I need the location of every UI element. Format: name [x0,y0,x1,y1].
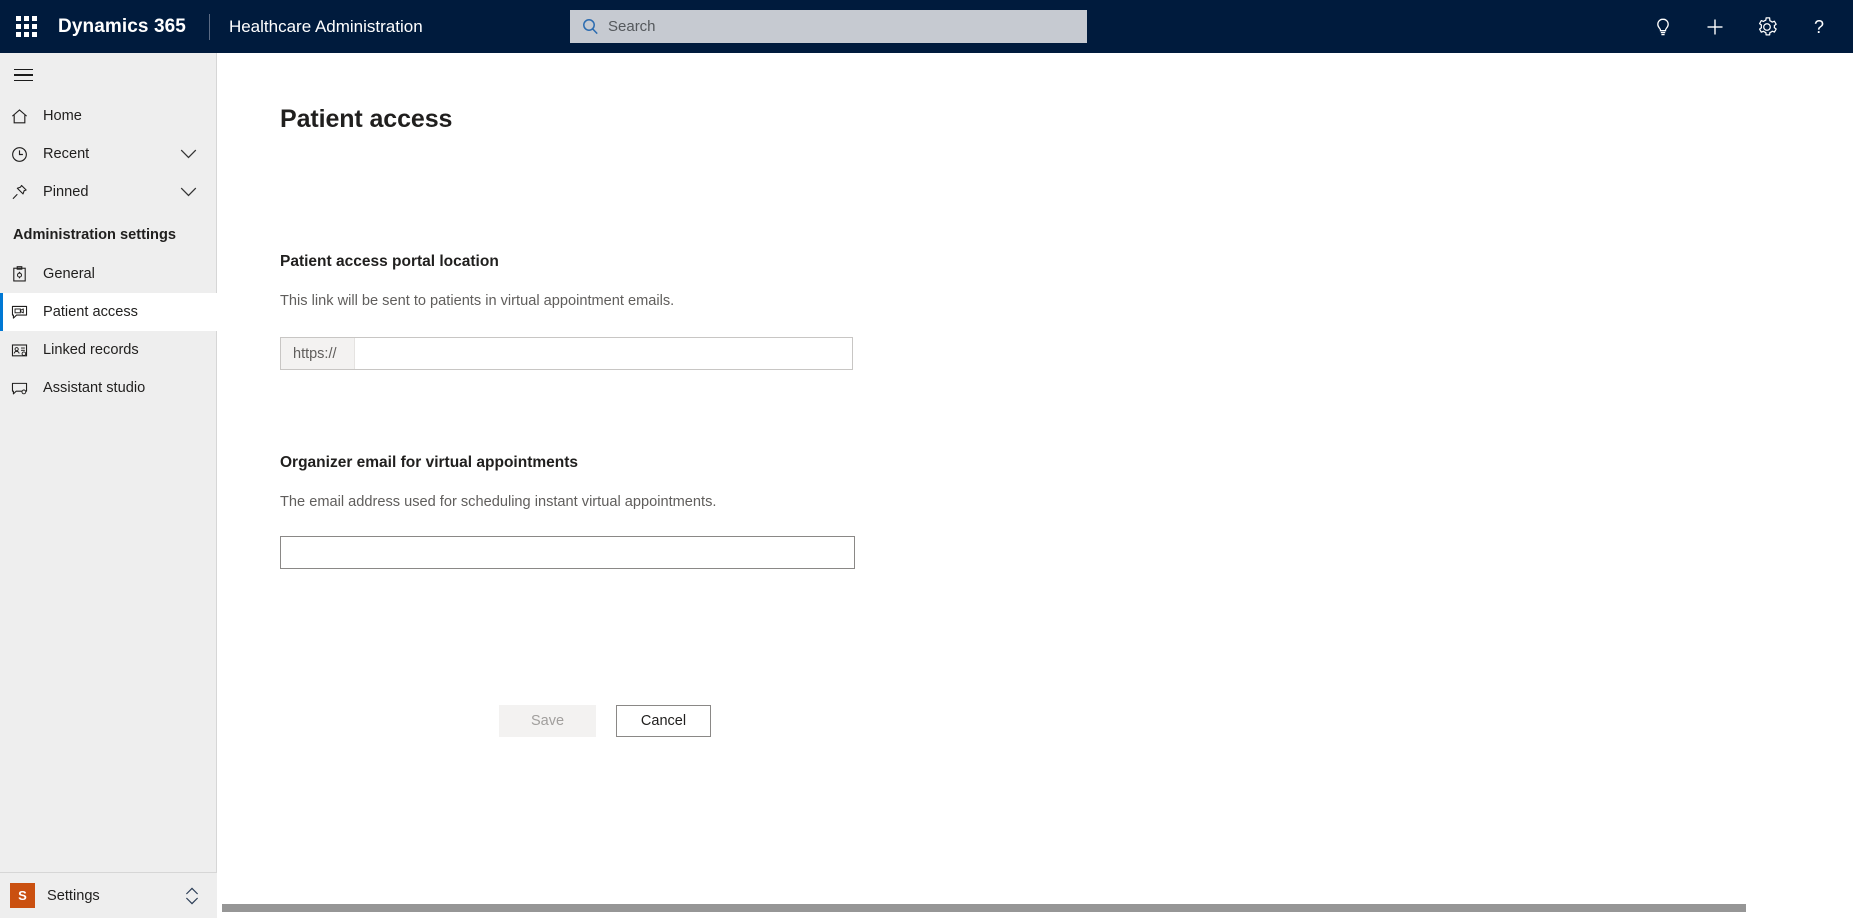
sidebar: Home Recent Pinned Administration settin… [0,53,217,918]
lightbulb-button[interactable] [1637,0,1689,53]
chevron-down-icon[interactable] [180,187,197,198]
gear-icon [1758,16,1777,35]
header-actions: ? [1637,0,1845,53]
sidebar-item-label: Home [43,108,82,124]
sidebar-collapse-button[interactable] [0,53,217,97]
sidebar-item-pinned[interactable]: Pinned [0,173,217,211]
search-icon [582,18,599,35]
search-box[interactable] [570,10,1087,43]
pin-icon [10,183,36,202]
environment-label: Settings [47,887,100,904]
new-button[interactable] [1689,0,1741,53]
page-title: Patient access [280,105,453,133]
sidebar-item-general[interactable]: General [0,255,217,293]
section-description: The email address used for scheduling in… [280,494,717,510]
sidebar-item-patient-access[interactable]: Patient access [0,293,217,331]
horizontal-scrollbar-thumb[interactable] [222,904,1746,912]
sidebar-section-title: Administration settings [13,227,176,243]
lightbulb-icon [1657,18,1669,35]
brand-logo[interactable]: Dynamics 365 [58,16,186,38]
brand-divider [208,13,210,40]
section-description: This link will be sent to patients in vi… [280,293,675,309]
section-portal-location: Patient access portal location This link… [280,253,853,370]
sidebar-item-label: Recent [43,146,90,162]
sidebar-item-linked-records[interactable]: Linked records [0,331,217,369]
sidebar-item-label: Assistant studio [43,380,146,396]
environment-selector[interactable]: S Settings [0,872,217,918]
sidebar-item-home[interactable]: Home [0,97,217,135]
clipboard-gear-icon [10,265,36,284]
video-message-icon [10,303,36,322]
form-actions: Save Cancel [499,705,711,737]
clock-icon [10,145,36,164]
app-header: Dynamics 365 Healthcare Administration S… [0,0,1853,53]
section-heading: Patient access portal location [280,253,499,270]
app-name: Healthcare Administration [228,16,423,36]
main-content: Patient access Patient access portal loc… [218,53,1853,918]
settings-button[interactable] [1741,0,1793,53]
sidebar-item-recent[interactable]: Recent [0,135,217,173]
sidebar-item-label: Patient access [43,304,138,320]
portal-url-field[interactable]: https:// [280,337,853,370]
app-launcher-button[interactable] [0,0,52,53]
home-icon [10,107,36,126]
waffle-grid-icon [15,16,37,37]
chevron-down-icon[interactable] [180,149,197,160]
question-icon: ? [1814,17,1824,37]
hamburger-icon [14,68,33,82]
svg-text:?: ? [1814,17,1824,37]
portal-url-input[interactable] [355,338,852,369]
environment-badge: S [10,883,35,908]
help-button[interactable]: ? [1793,0,1845,53]
sidebar-item-assistant-studio[interactable]: Assistant studio [0,369,217,407]
save-button[interactable]: Save [499,705,596,737]
chevron-updown-icon[interactable] [185,886,199,906]
search-input[interactable] [608,10,1048,43]
organizer-email-input[interactable] [280,536,855,569]
section-organizer-email: Organizer email for virtual appointments… [280,454,855,569]
sidebar-item-label: Pinned [43,184,89,200]
contact-card-gear-icon [10,341,36,360]
section-heading: Organizer email for virtual appointments [280,454,579,471]
horizontal-scrollbar[interactable] [218,898,1853,918]
sidebar-item-label: General [43,266,95,282]
sidebar-item-label: Linked records [43,342,139,358]
url-prefix-label: https:// [281,338,355,369]
cancel-button[interactable]: Cancel [616,705,711,737]
chat-gear-icon [10,379,36,398]
plus-icon [1707,19,1723,34]
